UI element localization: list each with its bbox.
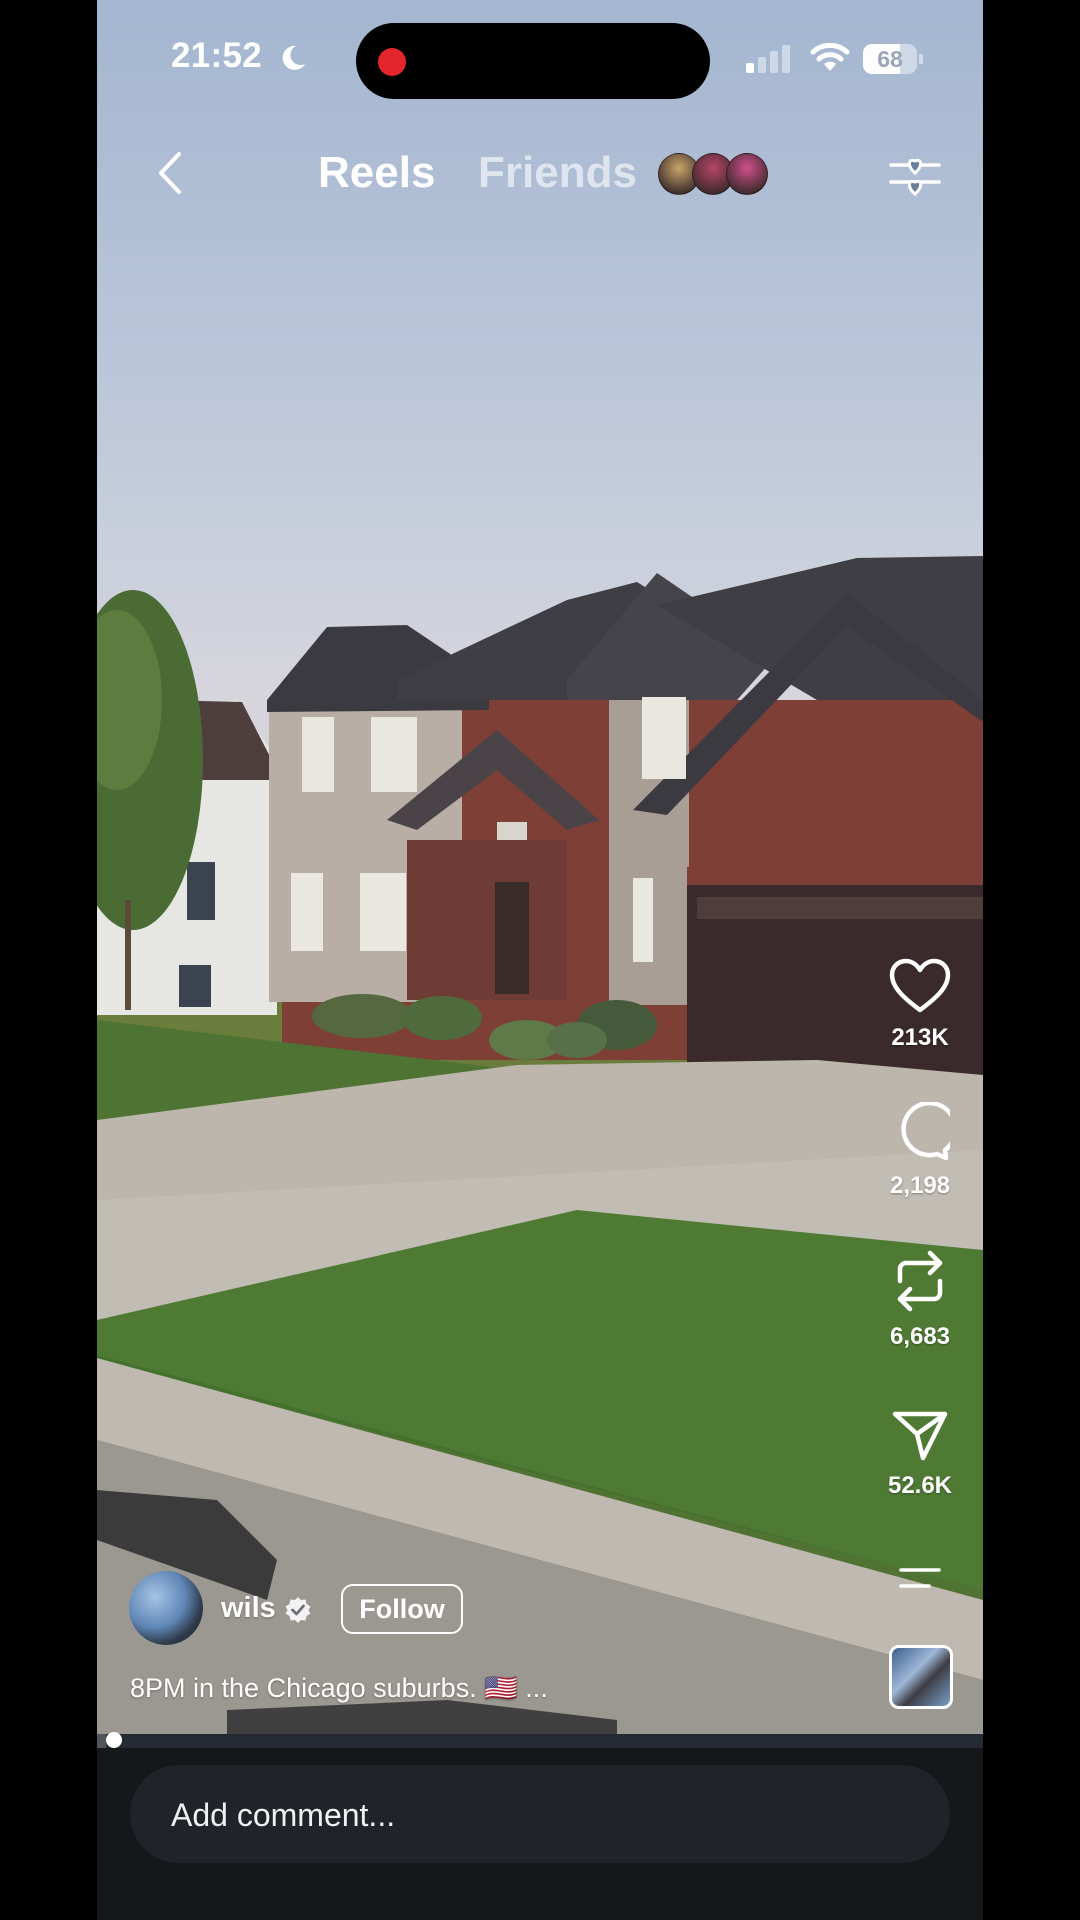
like-button[interactable]: 213K: [870, 958, 970, 1052]
caption[interactable]: 8PM in the Chicago suburbs. 🇺🇸 ...: [130, 1672, 548, 1704]
comment-bar: Add comment...: [97, 1748, 983, 1920]
moon-icon: [282, 45, 305, 70]
tab-friends[interactable]: Friends: [478, 148, 637, 198]
repost-icon: [897, 1250, 943, 1312]
comment-button[interactable]: 2,198: [870, 1102, 970, 1200]
comment-placeholder: Add comment...: [171, 1797, 396, 1833]
recording-dot: [378, 48, 406, 76]
battery-icon: 68: [863, 44, 923, 74]
reels-screen: 21:52 68 Reels Friends 213K 2,198 6,683 …: [97, 0, 983, 1920]
menu-icon[interactable]: [899, 1567, 941, 1589]
video-frame[interactable]: [97, 0, 983, 1735]
follow-button[interactable]: Follow: [341, 1584, 463, 1634]
heart-icon: [889, 958, 951, 1013]
audio-thumbnail[interactable]: [889, 1645, 953, 1709]
share-count: 52.6K: [887, 1472, 953, 1499]
tab-reels[interactable]: Reels: [318, 148, 435, 198]
friend-avatar: [726, 153, 768, 195]
house-scene: [97, 556, 983, 1735]
comment-count: 2,198: [889, 1172, 951, 1199]
author-name[interactable]: wils: [221, 1592, 276, 1625]
avatar[interactable]: [129, 1571, 203, 1645]
like-count: 213K: [891, 1024, 949, 1051]
filter-icon[interactable]: [889, 148, 941, 200]
status-time: 21:52: [171, 36, 263, 75]
dynamic-island: [356, 23, 710, 99]
repost-button[interactable]: 6,683: [870, 1249, 970, 1351]
back-icon[interactable]: [147, 148, 197, 198]
comment-icon: [901, 1102, 950, 1161]
friend-avatars[interactable]: [658, 153, 768, 195]
signal-icon: [746, 45, 790, 73]
verified-icon: [285, 1597, 311, 1623]
battery-level: 68: [877, 46, 903, 72]
share-button[interactable]: 52.6K: [870, 1410, 970, 1500]
progress-knob[interactable]: [105, 1732, 122, 1748]
repost-count: 6,683: [889, 1323, 951, 1350]
progress-bar[interactable]: [97, 1732, 983, 1748]
progress-fill: [97, 1734, 106, 1748]
comment-input[interactable]: Add comment...: [130, 1765, 950, 1863]
wifi-icon: [810, 43, 850, 71]
send-icon: [892, 1411, 948, 1461]
